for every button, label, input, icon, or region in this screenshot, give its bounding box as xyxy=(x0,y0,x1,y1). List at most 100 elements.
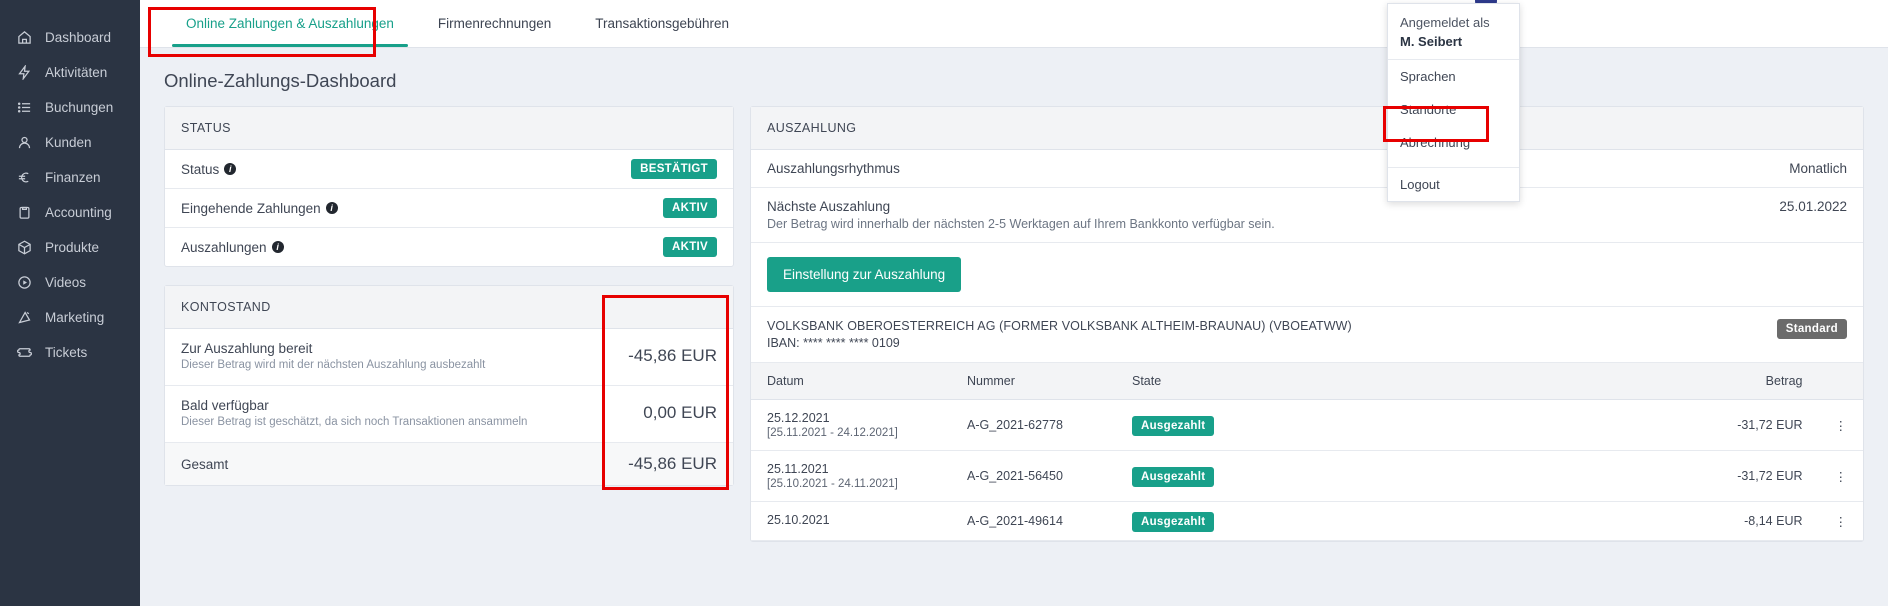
payout-card-title: AUSZAHLUNG xyxy=(751,107,1863,150)
column-header-datum: Datum xyxy=(751,363,951,400)
row-date: 25.11.2021 xyxy=(767,462,829,476)
tab-label: Firmenrechnungen xyxy=(437,16,552,31)
menu-item-sprachen[interactable]: Sprachen xyxy=(1388,60,1519,93)
tab-label: Online Zahlungen & Auszahlungen xyxy=(186,16,394,31)
balance-row-text: Bald verfügbar Dieser Betrag ist geschät… xyxy=(181,398,527,428)
balance-row-desc: Dieser Betrag ist geschätzt, da sich noc… xyxy=(181,416,528,428)
tab-firmenrechnungen[interactable]: Firmenrechnungen xyxy=(416,0,573,47)
status-row-text: Auszahlungen xyxy=(181,239,267,255)
sidebar-item-buchungen[interactable]: Buchungen xyxy=(0,90,140,125)
row-date: 25.10.2021 xyxy=(767,513,830,527)
status-row-text: Status xyxy=(181,161,220,177)
status-row-label: Eingehende Zahlungen i xyxy=(181,201,338,216)
lightning-icon xyxy=(17,65,39,81)
bank-iban: IBAN: **** **** **** 0109 xyxy=(767,336,900,350)
status-badge: BESTÄTIGT xyxy=(631,159,717,179)
row-actions-menu-icon[interactable]: ⋮ xyxy=(1818,399,1863,451)
column-header-betrag: Betrag xyxy=(1346,363,1819,400)
main-sidebar: Dashboard Aktivitäten Buchungen Kunden F… xyxy=(0,0,140,606)
cell-betrag: -31,72 EUR xyxy=(1346,399,1819,451)
menu-item-abrechnung[interactable]: Abrechnung xyxy=(1388,126,1519,159)
row-state-badge: Ausgezahlt xyxy=(1132,416,1215,436)
payout-settings-button[interactable]: Einstellung zur Auszahlung xyxy=(767,257,962,292)
menu-item-logout[interactable]: Logout xyxy=(1388,167,1519,201)
table-header: Datum Nummer State Betrag xyxy=(751,363,1863,400)
main-area: Online Zahlungen & Auszahlungen Firmenre… xyxy=(140,0,1888,606)
user-icon xyxy=(17,135,39,151)
menu-item-standorte[interactable]: Standorte xyxy=(1388,93,1519,126)
table-row[interactable]: 25.10.2021 A-G_2021-49614 Ausgezahlt -8,… xyxy=(751,501,1863,541)
page-title: Online-Zahlungs-Dashboard xyxy=(164,70,397,91)
app-root: Dashboard Aktivitäten Buchungen Kunden F… xyxy=(0,0,1888,606)
sidebar-item-finanzen[interactable]: Finanzen xyxy=(0,160,140,195)
row-date: 25.12.2021 xyxy=(767,411,830,425)
sidebar-item-videos[interactable]: Videos xyxy=(0,265,140,300)
cell-betrag: -8,14 EUR xyxy=(1346,501,1819,541)
column-header-actions xyxy=(1818,363,1863,400)
status-row-status: Status i BESTÄTIGT xyxy=(165,150,733,189)
payout-rhythm-row: Auszahlungsrhythmus Monatlich xyxy=(751,150,1863,188)
list-icon xyxy=(17,100,39,116)
balance-row-bald-verfuegbar: Bald verfügbar Dieser Betrag ist geschät… xyxy=(165,386,733,443)
sidebar-item-kunden[interactable]: Kunden xyxy=(0,125,140,160)
row-actions-menu-icon[interactable]: ⋮ xyxy=(1818,450,1863,502)
content-columns: STATUS Status i BESTÄTIGT Eingehende Zah… xyxy=(140,106,1888,560)
payout-next-value: 25.01.2022 xyxy=(1779,199,1847,214)
status-row-text: Eingehende Zahlungen xyxy=(181,200,321,216)
bank-default-badge: Standard xyxy=(1776,319,1847,339)
tab-bar: Online Zahlungen & Auszahlungen Firmenre… xyxy=(140,0,1888,48)
row-date-range: [25.10.2021 - 24.11.2021] xyxy=(767,478,898,490)
row-date-range: [25.11.2021 - 24.12.2021] xyxy=(767,427,898,439)
sidebar-item-label: Tickets xyxy=(45,345,88,360)
info-icon[interactable]: i xyxy=(325,202,338,214)
sidebar-item-produkte[interactable]: Produkte xyxy=(0,230,140,265)
sidebar-item-label: Dashboard xyxy=(45,30,112,45)
cell-nummer: A-G_2021-56450 xyxy=(951,450,1116,502)
balance-card-title: KONTOSTAND xyxy=(165,286,733,329)
cell-datum: 25.12.2021 [25.11.2021 - 24.12.2021] xyxy=(751,399,951,451)
payout-next-label: Nächste Auszahlung xyxy=(767,199,891,214)
status-badge: AKTIV xyxy=(663,237,717,257)
cell-datum: 25.10.2021 xyxy=(751,501,951,541)
balance-row-name: Gesamt xyxy=(181,456,229,472)
sidebar-item-label: Finanzen xyxy=(45,170,101,185)
info-icon[interactable]: i xyxy=(271,241,284,253)
payout-settings-row: Einstellung zur Auszahlung xyxy=(751,243,1863,307)
balance-row-text: Zur Auszahlung bereit Dieser Betrag wird… xyxy=(181,341,485,371)
ticket-icon xyxy=(17,345,39,361)
balance-row-amount: -45,86 EUR xyxy=(628,346,717,365)
sidebar-item-tickets[interactable]: Tickets xyxy=(0,335,140,370)
sidebar-item-label: Kunden xyxy=(45,135,92,150)
payout-rhythm-value: Monatlich xyxy=(1789,161,1847,176)
payout-next-row: Nächste Auszahlung Der Betrag wird inner… xyxy=(751,188,1863,243)
sidebar-item-label: Videos xyxy=(45,275,87,290)
row-actions-menu-icon[interactable]: ⋮ xyxy=(1818,501,1863,541)
right-column: AUSZAHLUNG Auszahlungsrhythmus Monatlich… xyxy=(750,106,1864,560)
euro-icon xyxy=(17,170,39,186)
table-row[interactable]: 25.12.2021 [25.11.2021 - 24.12.2021] A-G… xyxy=(751,399,1863,451)
play-circle-icon xyxy=(17,275,39,291)
info-icon[interactable]: i xyxy=(224,163,237,175)
sidebar-item-dashboard[interactable]: Dashboard xyxy=(0,20,140,55)
sidebar-item-marketing[interactable]: Marketing xyxy=(0,300,140,335)
column-header-state: State xyxy=(1116,363,1346,400)
home-icon xyxy=(17,30,39,46)
table-row[interactable]: 25.11.2021 [25.10.2021 - 24.11.2021] A-G… xyxy=(751,450,1863,502)
balance-row-name: Zur Auszahlung bereit xyxy=(181,341,313,356)
payout-card: AUSZAHLUNG Auszahlungsrhythmus Monatlich… xyxy=(750,106,1864,542)
status-row-label: Auszahlungen i xyxy=(181,240,284,255)
logged-in-user-name: M. Seibert xyxy=(1400,34,1463,49)
status-badge: AKTIV xyxy=(663,198,717,218)
status-row-label: Status i xyxy=(181,161,237,177)
tab-transaktionsgebuehren[interactable]: Transaktionsgebühren xyxy=(573,0,751,47)
bank-account-text: VOLKSBANK OBEROESTERREICH AG (FORMER VOL… xyxy=(767,319,1352,350)
tab-label: Transaktionsgebühren xyxy=(595,16,730,31)
sidebar-item-aktivitaeten[interactable]: Aktivitäten xyxy=(0,55,140,90)
row-state-badge: Ausgezahlt xyxy=(1132,467,1215,487)
sidebar-item-accounting[interactable]: Accounting xyxy=(0,195,140,230)
left-column: STATUS Status i BESTÄTIGT Eingehende Zah… xyxy=(164,106,734,504)
tab-online-zahlungen-auszahlungen[interactable]: Online Zahlungen & Auszahlungen xyxy=(164,0,416,47)
status-row-eingehende-zahlungen: Eingehende Zahlungen i AKTIV xyxy=(165,189,733,228)
logged-in-as-label: Angemeldet als xyxy=(1400,15,1490,30)
bank-account-row: VOLKSBANK OBEROESTERREICH AG (FORMER VOL… xyxy=(751,307,1863,363)
